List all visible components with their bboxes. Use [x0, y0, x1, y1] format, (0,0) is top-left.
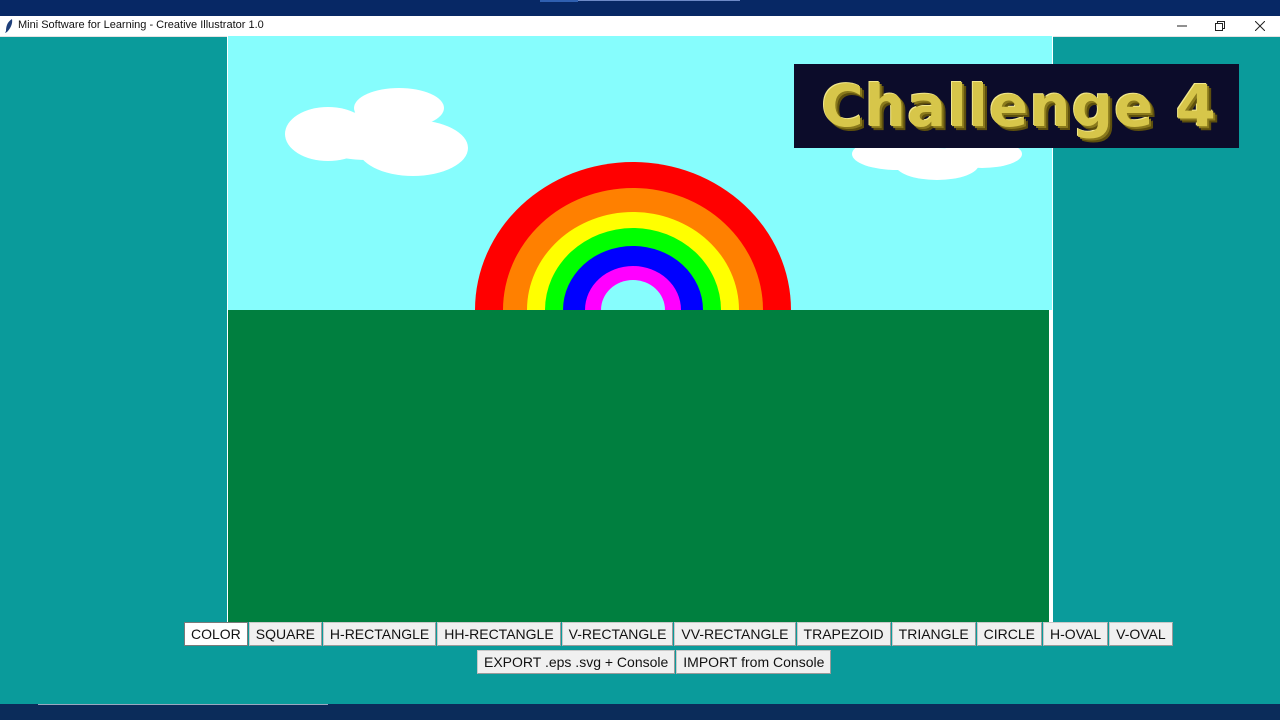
taskbar-strip — [0, 704, 1280, 720]
title-bar: Mini Software for Learning - Creative Il… — [0, 16, 1280, 37]
close-icon — [1255, 21, 1265, 31]
challenge-title: Challenge 4 — [821, 72, 1217, 140]
feather-icon — [5, 19, 13, 33]
minimize-icon — [1177, 25, 1187, 27]
shape-toolbar: COLOR SQUARE H-RECTANGLE HH-RECTANGLE V-… — [0, 622, 1280, 682]
shape-button-row: COLOR SQUARE H-RECTANGLE HH-RECTANGLE V-… — [184, 622, 1174, 646]
close-button[interactable] — [1240, 16, 1280, 36]
challenge-badge: Challenge 4 — [794, 64, 1239, 148]
triangle-button[interactable]: TRIANGLE — [891, 622, 976, 646]
h-rectangle-button[interactable]: H-RECTANGLE — [322, 622, 437, 646]
io-button-row: EXPORT .eps .svg + Console IMPORT from C… — [477, 650, 832, 674]
h-oval-button[interactable]: H-OVAL — [1043, 622, 1109, 646]
color-button[interactable]: COLOR — [184, 622, 248, 646]
circle-button[interactable]: CIRCLE — [976, 622, 1043, 646]
restore-button[interactable] — [1200, 16, 1240, 36]
vv-rectangle-button[interactable]: VV-RECTANGLE — [674, 622, 796, 646]
app-window: Mini Software for Learning - Creative Il… — [0, 16, 1280, 704]
square-button[interactable]: SQUARE — [248, 622, 322, 646]
hh-rectangle-button[interactable]: HH-RECTANGLE — [437, 622, 561, 646]
top-screen-strip — [0, 0, 1280, 16]
import-button[interactable]: IMPORT from Console — [676, 650, 832, 674]
top-highlight-line — [578, 0, 740, 1]
trapezoid-button[interactable]: TRAPEZOID — [796, 622, 891, 646]
window-title: Mini Software for Learning - Creative Il… — [18, 19, 264, 31]
top-highlight — [540, 0, 578, 2]
taskbar-highlight — [38, 704, 328, 705]
v-oval-button[interactable]: V-OVAL — [1109, 622, 1173, 646]
ground — [228, 310, 1049, 622]
minimize-button[interactable] — [1162, 16, 1202, 36]
export-button[interactable]: EXPORT .eps .svg + Console — [477, 650, 676, 674]
v-rectangle-button[interactable]: V-RECTANGLE — [561, 622, 674, 646]
restore-icon — [1215, 21, 1225, 31]
